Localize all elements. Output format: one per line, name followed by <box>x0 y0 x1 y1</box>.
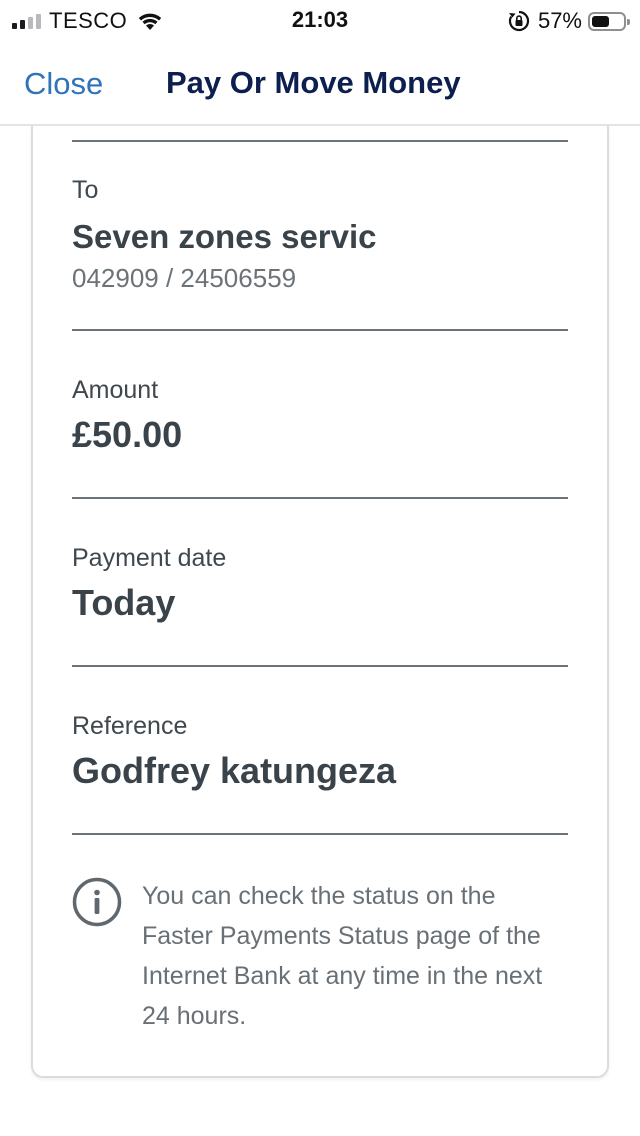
rotation-lock-icon <box>508 10 530 32</box>
info-icon <box>72 877 122 927</box>
amount-value: £50.00 <box>72 414 183 455</box>
navigation-bar: Close Pay Or Move Money <box>0 40 640 126</box>
divider <box>72 833 568 835</box>
reference-value: Godfrey katungeza <box>72 750 397 791</box>
close-button[interactable]: Close <box>24 66 103 102</box>
status-bar-right: 57% <box>508 8 630 34</box>
divider <box>72 329 568 331</box>
to-label: To <box>72 176 99 204</box>
status-bar: TESCO 21:03 57% <box>0 0 640 40</box>
payee-account: 042909 / 24506559 <box>72 263 297 293</box>
battery-icon <box>588 11 630 31</box>
divider <box>72 497 568 499</box>
payment-date-label: Payment date <box>72 544 227 572</box>
reference-label: Reference <box>72 712 188 740</box>
info-message: You can check the status on the Faster P… <box>142 882 543 1030</box>
page-title: Pay Or Move Money <box>166 65 461 100</box>
payment-date-value: Today <box>72 582 176 623</box>
divider <box>72 665 568 667</box>
battery-percentage: 57% <box>537 8 582 33</box>
battery-fill <box>592 15 609 27</box>
divider <box>72 140 568 142</box>
amount-label: Amount <box>72 376 159 404</box>
payee-name: Seven zones servic <box>72 218 377 255</box>
